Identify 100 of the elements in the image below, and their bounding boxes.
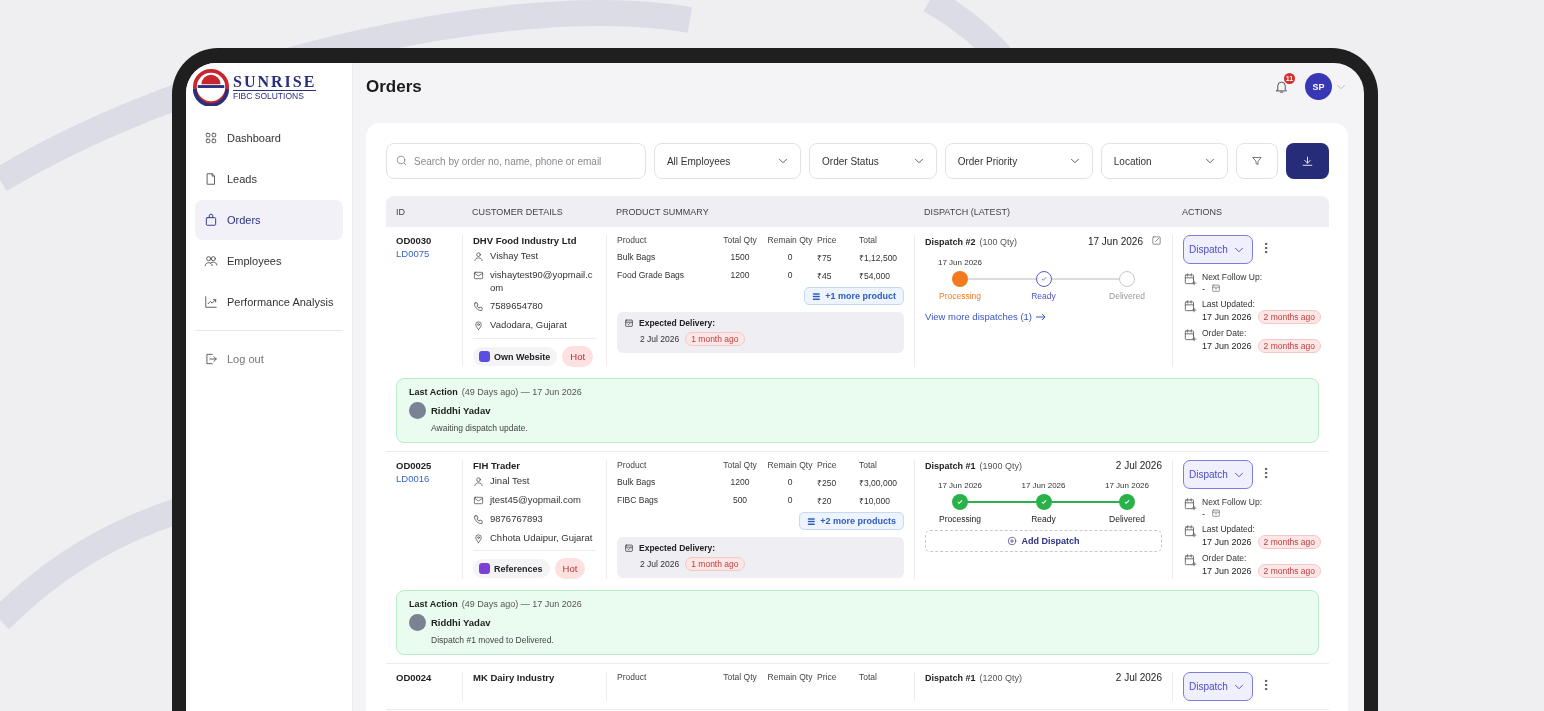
remain-qty: 0 xyxy=(786,477,794,489)
relative-time-badge: 2 months ago xyxy=(1257,339,1322,353)
product-column-header: Remain Qty xyxy=(766,460,814,471)
step-label: Processing xyxy=(937,514,983,525)
expected-delivery-date: 2 Jul 2026 xyxy=(640,559,680,570)
phone: 7589654780 xyxy=(490,300,543,314)
product-column-header: Remain Qty xyxy=(766,235,814,245)
avatar xyxy=(409,614,426,632)
view-more-dispatches-link[interactable]: View more dispatches (1) xyxy=(925,311,1162,322)
step-status-icon xyxy=(952,271,968,287)
calendar-icon xyxy=(1183,524,1197,539)
calendar-icon xyxy=(1183,328,1197,342)
dispatch-title: Dispatch #1 xyxy=(925,460,976,471)
dispatch-date: 17 Jun 2026 xyxy=(1087,236,1143,247)
nav-item[interactable]: Employees xyxy=(195,241,343,281)
price: ₹20 xyxy=(817,495,833,507)
filter-dropdown[interactable]: Order Priority xyxy=(944,143,1093,179)
filter-dropdown[interactable]: Order Status xyxy=(809,143,937,179)
column-header: DISPATCH (LATEST) xyxy=(923,206,1011,217)
dispatch-title: Dispatch #1 xyxy=(925,672,976,683)
priority-tag: Hot xyxy=(554,558,586,580)
last-updated-label: Last Updated: xyxy=(1202,299,1256,309)
dispatch-title: Dispatch #2 xyxy=(925,236,976,247)
dispatch-dropdown-button[interactable]: Dispatch xyxy=(1183,460,1253,490)
step-label: Delivered xyxy=(1108,514,1146,525)
calendar-icon xyxy=(1211,283,1221,293)
download-button[interactable] xyxy=(1285,143,1329,179)
dispatch-qty: (100 Qty) xyxy=(979,236,1019,247)
total-qty: 1200 xyxy=(729,270,751,281)
customer-name: DHV Food Industry Ltd xyxy=(473,235,578,246)
last-action-note: Awaiting dispatch update. xyxy=(430,423,529,434)
product-column-header: Remain Qty xyxy=(766,672,814,683)
order-date-label: Order Date: xyxy=(1202,553,1248,564)
user-avatar[interactable]: SP xyxy=(1305,73,1332,100)
dispatch-dropdown-button[interactable]: Dispatch xyxy=(1183,672,1253,702)
price: ₹75 xyxy=(817,252,833,263)
location-pin-icon xyxy=(473,320,484,332)
nav-item[interactable]: Performance Analysis xyxy=(195,282,343,322)
product-name: Bulk Bags xyxy=(617,252,657,263)
add-dispatch-button[interactable]: Add Dispatch xyxy=(925,530,1162,553)
search-field[interactable]: Search by order no, name, phone or email xyxy=(386,143,646,179)
dispatch-dropdown-button[interactable]: Dispatch xyxy=(1183,235,1253,264)
step-label: Processing xyxy=(937,291,983,301)
dispatch-date: 2 Jul 2026 xyxy=(1115,672,1162,684)
filter-dropdown[interactable]: Location xyxy=(1100,143,1229,179)
person-icon xyxy=(473,251,484,262)
lead-id-link[interactable]: LD0075 xyxy=(396,248,452,259)
mail-icon xyxy=(473,269,484,281)
location: Chhota Udaipur, Gujarat xyxy=(490,531,593,545)
more-products-button[interactable]: +2 more products xyxy=(799,512,904,531)
order-id: OD0025 xyxy=(396,460,433,472)
step-date: 17 Jun 2026 xyxy=(936,258,983,267)
product-column-header: Product xyxy=(617,235,648,245)
last-action-time: (49 Days ago) — 17 Jun 2026 xyxy=(461,599,582,610)
more-products-button[interactable]: +1 more product xyxy=(804,287,904,305)
last-updated-label: Last Updated: xyxy=(1202,524,1256,535)
last-action-time: (49 Days ago) — 17 Jun 2026 xyxy=(461,387,582,398)
location-pin-icon xyxy=(473,532,484,544)
brand-name: SUNRISE xyxy=(233,73,317,90)
download-icon xyxy=(1300,154,1314,168)
expected-delivery-date: 2 Jul 2026 xyxy=(640,334,680,344)
expected-delivery-label: Expected Delivery: xyxy=(639,318,716,328)
calendar-icon xyxy=(1211,508,1221,519)
page-title: Orders xyxy=(366,76,423,97)
priority-tag: Hot xyxy=(562,346,594,368)
filter-dropdown[interactable]: All Employees xyxy=(653,143,802,179)
total: ₹1,12,500 xyxy=(859,252,899,263)
last-updated-date: 17 Jun 2026 xyxy=(1202,537,1252,548)
step-label: Ready xyxy=(1030,291,1057,301)
last-updated-date: 17 Jun 2026 xyxy=(1202,312,1252,322)
dispatch-qty: (1200 Qty) xyxy=(979,672,1024,683)
calendar-icon xyxy=(1183,272,1197,286)
product-column-header: Total xyxy=(859,672,878,683)
customer-name: FIH Trader xyxy=(473,460,521,472)
user-name: Riddhi Yadav xyxy=(431,617,491,629)
step-date: 17 Jun 2026 xyxy=(936,481,983,491)
next-follow-up-value: - xyxy=(1202,284,1205,294)
step-date: 17 Jun 2026 xyxy=(1020,481,1067,491)
logout-icon xyxy=(204,352,218,366)
customer-name: MK Dairy Industry xyxy=(473,672,556,684)
brand-tagline: FIBC SOLUTIONS xyxy=(233,89,317,101)
calendar-icon xyxy=(1183,299,1197,313)
mail-icon xyxy=(473,494,484,506)
step-status-icon xyxy=(1035,271,1052,287)
phone-icon xyxy=(473,513,484,525)
order-date-date: 17 Jun 2026 xyxy=(1202,341,1252,351)
phone: 9876767893 xyxy=(490,512,543,526)
bag-icon xyxy=(204,213,218,227)
remain-qty: 0 xyxy=(786,270,794,281)
nav-item[interactable]: Dashboard xyxy=(195,118,343,158)
nav-item[interactable]: Orders xyxy=(195,200,343,240)
lead-id-link[interactable]: LD0016 xyxy=(396,473,452,485)
plus-circle-icon xyxy=(1007,536,1018,547)
total: ₹3,00,000 xyxy=(859,477,899,489)
relative-time-badge: 2 months ago xyxy=(1257,310,1322,324)
step-label: Delivered xyxy=(1108,291,1146,301)
location: Vadodara, Gujarat xyxy=(490,319,567,333)
nav-item[interactable]: Leads xyxy=(195,159,343,199)
logout-button[interactable]: Log out xyxy=(195,339,343,379)
total: ₹54,000 xyxy=(859,270,891,281)
